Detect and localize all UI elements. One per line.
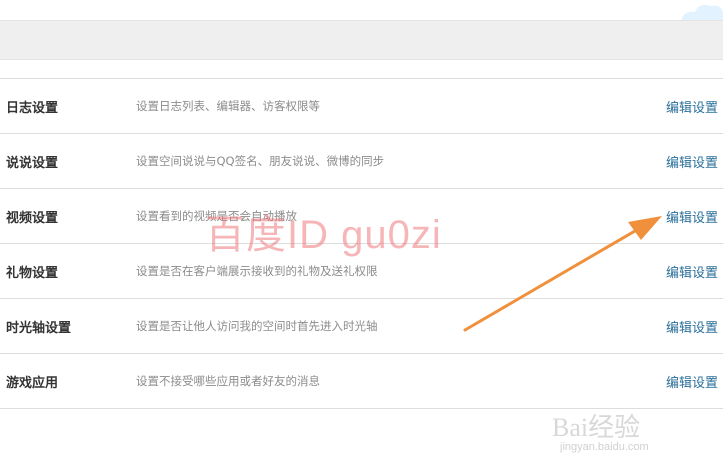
row-description: 设置是否在客户端展示接收到的礼物及送礼权限 — [136, 264, 378, 278]
settings-row-timeline: 时光轴设置 设置是否让他人访问我的空间时首先进入时光轴 编辑设置 — [0, 299, 723, 354]
watermark-text: 百度ID gu0zi — [205, 213, 442, 257]
row-title: 日志设置 — [6, 100, 59, 116]
settings-row-blog: 日志设置 设置日志列表、编辑器、访客权限等 编辑设置 — [0, 79, 723, 134]
row-title: 礼物设置 — [6, 265, 59, 281]
row-title: 视频设置 — [6, 210, 59, 226]
row-title: 游戏应用 — [6, 375, 59, 391]
cloud-decoration-icon — [681, 4, 723, 22]
logo-url: jingyan.baidu.com — [560, 441, 649, 453]
settings-row-shuoshuo: 说说设置 设置空间说说与QQ签名、朋友说说、微博的同步 编辑设置 — [0, 134, 723, 189]
row-description: 设置空间说说与QQ签名、朋友说说、微博的同步 — [136, 154, 385, 168]
baidu-jingyan-logo: Bai经验 jingyan.baidu.com — [552, 405, 717, 465]
row-description: 设置不接受哪些应用或者好友的消息 — [136, 374, 320, 388]
row-title: 说说设置 — [6, 155, 59, 171]
row-description: 设置是否让他人访问我的空间时首先进入时光轴 — [136, 319, 378, 333]
top-strip — [0, 0, 723, 20]
header-band — [0, 20, 723, 60]
edit-settings-link-blog[interactable]: 编辑设置 — [666, 97, 718, 116]
edit-settings-link-games[interactable]: 编辑设置 — [666, 372, 718, 391]
row-description: 设置日志列表、编辑器、访客权限等 — [136, 99, 320, 113]
logo-text: Bai经验 — [552, 413, 641, 442]
edit-settings-link-gift[interactable]: 编辑设置 — [666, 262, 718, 281]
edit-settings-link-timeline[interactable]: 编辑设置 — [666, 317, 718, 336]
edit-settings-link-video[interactable]: 编辑设置 — [666, 207, 718, 226]
settings-row-games: 游戏应用 设置不接受哪些应用或者好友的消息 编辑设置 — [0, 354, 723, 409]
row-title: 时光轴设置 — [6, 320, 72, 336]
edit-settings-link-shuoshuo[interactable]: 编辑设置 — [666, 152, 718, 171]
